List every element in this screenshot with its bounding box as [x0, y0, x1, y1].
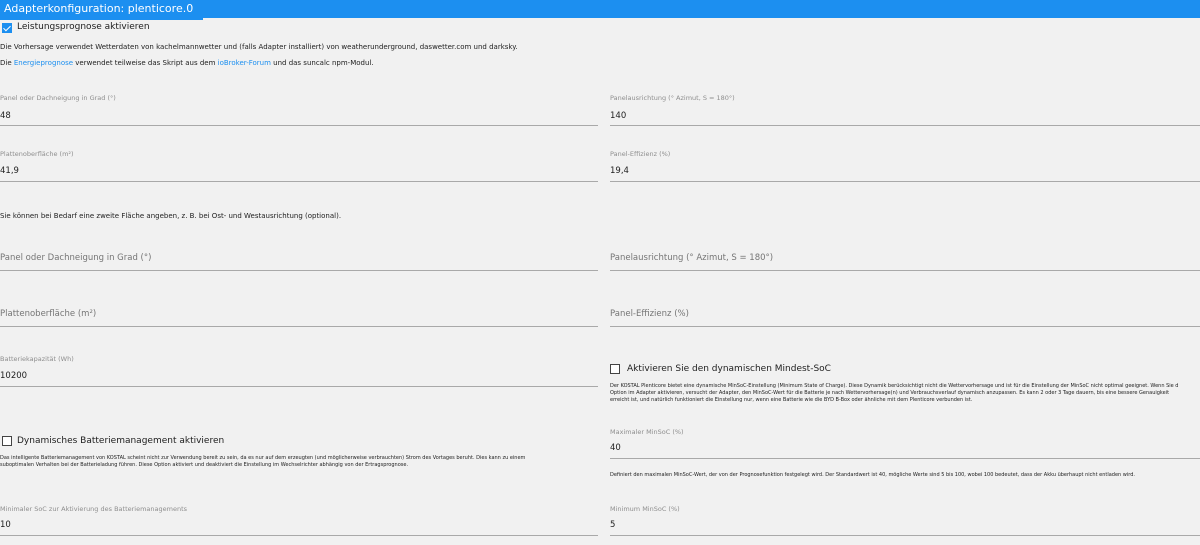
panel2-azimuth-underline: [610, 270, 1200, 271]
battery-management-desc-2: suboptimalen Verhalten bei der Batteriel…: [0, 462, 409, 468]
second-area-note: Sie können bei Bedarf eine zweite Fläche…: [0, 212, 342, 220]
panel2-tilt-input[interactable]: [0, 252, 585, 264]
panel2-tilt-underline: [0, 270, 598, 271]
usage-text-pre: Die: [0, 59, 14, 67]
iobroker-forum-link[interactable]: ioBroker-Forum: [218, 59, 271, 67]
panel1-efficiency-underline: [610, 181, 1200, 182]
min-minsoc-input[interactable]: [610, 519, 1195, 531]
battery-management-desc-1: Das intelligente Batteriemanagement von …: [0, 455, 526, 461]
battery-capacity-label: Batteriekapazität (Wh): [0, 355, 74, 363]
panel2-area-input[interactable]: [0, 308, 585, 320]
dynamic-minsoc-desc-3: erreicht ist, und natürlich funktioniert…: [610, 397, 973, 403]
panel1-area-input[interactable]: [0, 165, 585, 177]
panel1-area-label: Plattenoberfläche (m²): [0, 150, 74, 158]
max-minsoc-input[interactable]: [610, 442, 1195, 454]
panel1-tilt-input[interactable]: [0, 110, 585, 122]
energieprognose-link[interactable]: Energieprognose: [14, 59, 73, 67]
min-soc-activation-underline: [0, 535, 598, 536]
min-minsoc-underline: [610, 535, 1200, 536]
max-minsoc-help: Definiert den maximalen MinSoC-Wert, der…: [610, 472, 1136, 478]
panel2-azimuth-input[interactable]: [610, 252, 1195, 264]
forecast-enable-label: Leistungsprognose aktivieren: [17, 22, 150, 32]
panel1-azimuth-underline: [610, 125, 1200, 126]
panel2-efficiency-input[interactable]: [610, 308, 1195, 320]
battery-capacity-underline: [0, 386, 598, 387]
min-soc-activation-label: Minimaler SoC zur Aktivierung des Batter…: [0, 505, 188, 513]
battery-management-checkbox[interactable]: [2, 436, 12, 446]
dynamic-minsoc-desc-1: Der KOSTAL Plenticore bietet eine dynami…: [610, 383, 1179, 389]
panel1-azimuth-input[interactable]: [610, 110, 1195, 122]
window-title: Adapterkonfiguration: plenticore.0: [0, 0, 1200, 18]
min-minsoc-label: Minimum MinSoC (%): [610, 505, 680, 513]
max-minsoc-label: Maximaler MinSoC (%): [610, 428, 684, 436]
forecast-usage-note: Die Energieprognose verwendet teilweise …: [0, 59, 374, 67]
panel1-area-underline: [0, 181, 598, 182]
panel1-azimuth-label: Panelausrichtung (° Azimut, S = 180°): [610, 94, 735, 102]
usage-text-post: und das suncalc npm-Modul.: [270, 59, 374, 67]
panel1-tilt-label: Panel oder Dachneigung in Grad (°): [0, 94, 116, 102]
forecast-description: Die Vorhersage verwendet Wetterdaten von…: [0, 43, 518, 51]
min-soc-activation-input[interactable]: [0, 519, 585, 531]
battery-management-label: Dynamisches Batteriemanagement aktiviere…: [17, 436, 225, 446]
max-minsoc-underline: [610, 458, 1200, 459]
dynamic-minsoc-checkbox[interactable]: [610, 364, 620, 374]
forecast-enable-checkbox[interactable]: [2, 23, 12, 33]
tab-indicator: [0, 18, 203, 20]
panel1-tilt-underline: [0, 125, 598, 126]
battery-capacity-input[interactable]: [0, 370, 585, 382]
dynamic-minsoc-desc-2: Option im Adapter aktivieren, versucht d…: [610, 390, 1170, 396]
dynamic-minsoc-label: Aktivieren Sie den dynamischen Mindest-S…: [627, 364, 831, 374]
panel2-efficiency-underline: [610, 326, 1200, 327]
panel2-area-underline: [0, 326, 598, 327]
panel1-efficiency-label: Panel-Effizienz (%): [610, 150, 671, 158]
panel1-efficiency-input[interactable]: [610, 165, 1195, 177]
usage-text-mid: verwendet teilweise das Skript aus dem: [73, 59, 218, 67]
